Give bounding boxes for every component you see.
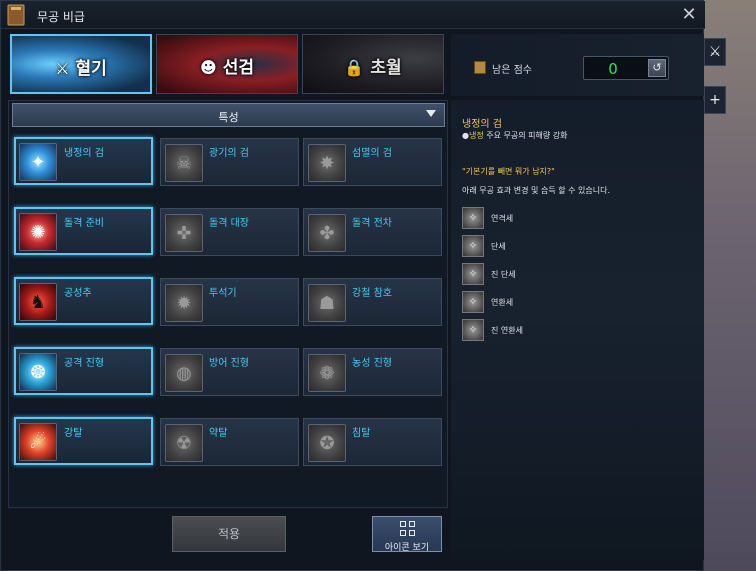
scroll-icon: [474, 61, 486, 74]
skill-name: 광기의 검: [209, 148, 249, 159]
tab-label: 선검: [222, 58, 254, 78]
skill-icon: ✹: [165, 284, 203, 322]
skill-card[interactable]: ✤ 돌격 전차: [303, 208, 442, 256]
skill-icon: ✦: [19, 143, 57, 181]
book-icon: [7, 4, 25, 26]
skill-icon: ❂: [19, 353, 57, 391]
tab-blood[interactable]: ⚔ 혈기: [10, 34, 152, 94]
skill-card[interactable]: ☢ 약탈: [160, 418, 299, 466]
skill-icon: ☢: [165, 424, 203, 462]
skill-name: 약탈: [209, 428, 228, 439]
skill-name: 돌격 준비: [64, 218, 104, 229]
side-tab-blade[interactable]: ⚔: [704, 38, 726, 66]
score-field: 0 ↺: [583, 56, 669, 80]
icon-view-label: 아이콘 보기: [384, 543, 430, 553]
apply-button[interactable]: 적용: [172, 516, 286, 552]
skill-icon: ❁: [308, 354, 346, 392]
side-tab-add[interactable]: +: [704, 86, 726, 114]
score-value: 0: [608, 60, 618, 78]
chevron-down-icon: [426, 110, 436, 117]
sub-skill-label: 진 연환세: [491, 326, 523, 335]
skill-card[interactable]: ◍ 방어 진형: [160, 348, 299, 396]
skill-icon: ✺: [19, 213, 57, 251]
skill-card[interactable]: ☠ 광기의 검: [160, 138, 299, 186]
tab-transcend[interactable]: 🔒 초월: [302, 34, 444, 94]
skill-icon: ✸: [308, 144, 346, 182]
skill-card[interactable]: ✹ 투석기: [160, 278, 299, 326]
skill-name: 섬멸의 검: [352, 148, 392, 159]
tab-sword[interactable]: ☻ 선검: [156, 34, 298, 94]
skill-name: 투석기: [209, 288, 237, 299]
icon-view-button[interactable]: 아이콘 보기: [372, 516, 442, 553]
skill-name: 돌격 전차: [352, 218, 392, 229]
sub-skill-icon: ✧: [462, 319, 484, 341]
tab-label: 초월: [370, 58, 402, 78]
skill-card[interactable]: ☄ 강탈: [14, 417, 153, 465]
sub-skill-icon: ✧: [462, 263, 484, 285]
sub-skill-label: 연격세: [491, 214, 514, 223]
skill-name: 돌격 대장: [209, 218, 249, 229]
skill-icon: ✤: [308, 214, 346, 252]
info-keyword: 냉정: [468, 131, 484, 140]
skill-icon: ☗: [308, 284, 346, 322]
blade-icon: ⚔: [708, 44, 722, 60]
close-icon: ✕: [681, 4, 697, 25]
skill-card[interactable]: ✺ 돌격 준비: [14, 207, 153, 255]
sub-skill-icon: ✧: [462, 235, 484, 257]
category-dropdown[interactable]: 특성: [12, 103, 445, 127]
skill-card[interactable]: ♞ 공성추: [14, 277, 153, 325]
skill-card[interactable]: ❂ 공격 진형: [14, 347, 153, 395]
reset-icon: ↺: [652, 61, 662, 74]
skill-card[interactable]: ✪ 침탈: [303, 418, 442, 466]
skill-icon: ☠: [165, 144, 203, 182]
skill-name: 강탈: [64, 428, 83, 439]
skill-name: 공성추: [64, 288, 92, 299]
window-title: 무공 비급: [37, 10, 85, 24]
skill-name: 냉정의 검: [64, 148, 104, 159]
sub-skill-label: 단세: [491, 242, 506, 251]
sub-skill-label: 연환세: [491, 298, 514, 307]
plus-icon: +: [709, 92, 721, 108]
sub-skill-icon: ✧: [462, 291, 484, 313]
skill-card[interactable]: ✦ 냉정의 검: [14, 137, 153, 185]
skill-name: 공격 진형: [64, 358, 104, 369]
skill-name: 강철 참호: [352, 288, 392, 299]
lock-icon: 🔒: [344, 58, 365, 77]
mask-icon: ☻: [200, 58, 217, 77]
skill-icon: ✪: [308, 424, 346, 462]
skill-name: 농성 진형: [352, 358, 392, 369]
skill-name: 방어 진형: [209, 358, 249, 369]
skill-icon: ♞: [19, 283, 57, 321]
sub-skill-icon: ✧: [462, 207, 484, 229]
info-quote: "기본기를 빼면 뭐가 남지?": [462, 167, 555, 176]
close-button[interactable]: ✕: [679, 5, 699, 25]
info-title: 냉정의 검: [462, 119, 502, 130]
skill-card[interactable]: ✜ 돌격 대장: [160, 208, 299, 256]
info-description: ●냉정 주요 무공의 피해량 강화: [462, 130, 568, 141]
reset-button[interactable]: ↺: [648, 59, 666, 77]
dropdown-label: 특성: [218, 111, 239, 124]
tab-label: 혈기: [75, 59, 107, 79]
skill-card[interactable]: ☗ 강철 참호: [303, 278, 442, 326]
score-label: 남은 점수: [492, 65, 532, 76]
bullet-icon: ●: [462, 131, 469, 140]
skill-icon: ☄: [19, 423, 57, 461]
info-desc-text: 주요 무공의 피해량 강화: [483, 131, 568, 140]
skill-icon: ✜: [165, 214, 203, 252]
title-bar[interactable]: 무공 비급 ✕: [1, 1, 705, 29]
blade-icon: ⚔: [55, 59, 70, 78]
skill-icon: ◍: [165, 354, 203, 392]
grid-icon: [400, 521, 416, 537]
sub-skill-label: 진 단세: [491, 270, 516, 279]
info-note: 아래 무공 효과 변경 및 습득 할 수 있습니다.: [462, 186, 611, 195]
skill-card[interactable]: ✸ 섬멸의 검: [303, 138, 442, 186]
skill-name: 침탈: [352, 428, 371, 439]
skill-card[interactable]: ❁ 농성 진형: [303, 348, 442, 396]
